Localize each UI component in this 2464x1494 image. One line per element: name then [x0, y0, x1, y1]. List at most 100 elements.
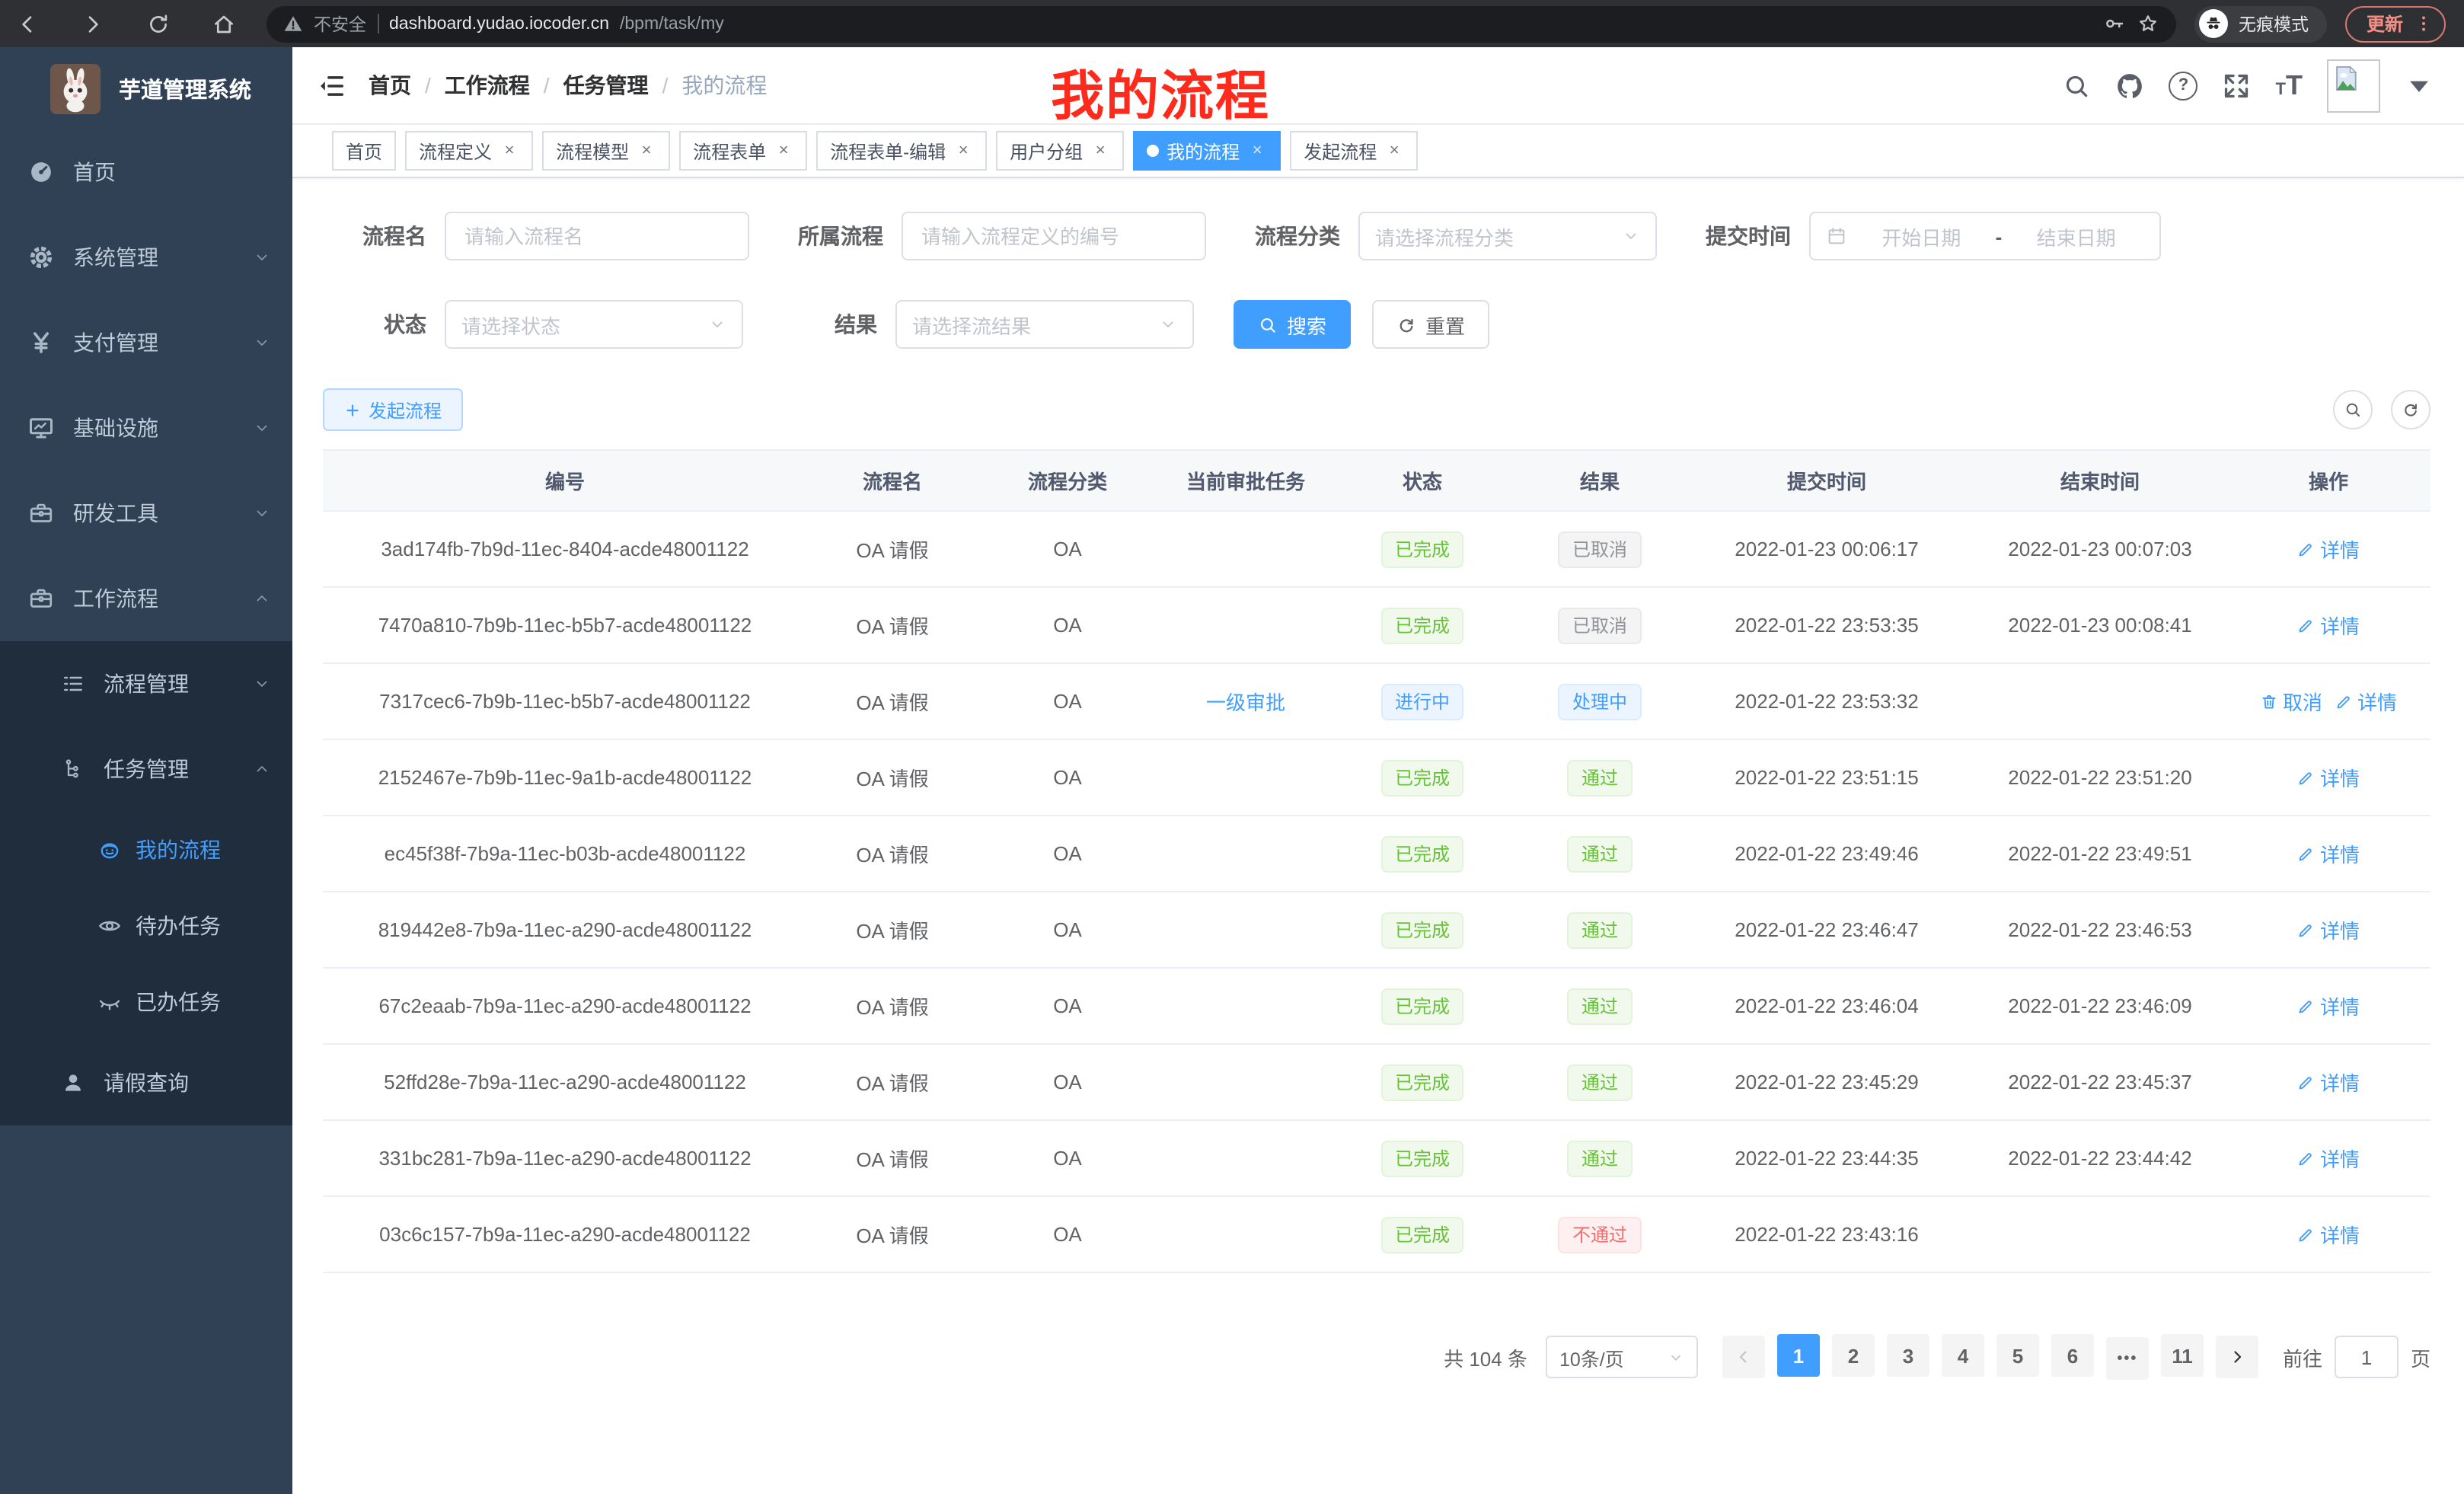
sidebar-item[interactable]: 研发工具	[0, 471, 292, 556]
reset-button[interactable]: 重置	[1372, 300, 1489, 349]
sidebar-item[interactable]: 请假查询	[0, 1040, 292, 1125]
close-icon[interactable]: ×	[500, 141, 519, 161]
detail-link[interactable]: 详情	[2297, 839, 2360, 868]
detail-link[interactable]: 详情	[2297, 991, 2360, 1020]
security-warning-icon[interactable]	[283, 14, 303, 34]
chevron-down-icon[interactable]	[2405, 71, 2434, 100]
chevron-down-icon	[253, 675, 271, 693]
result-select[interactable]: 请选择流结果	[895, 300, 1194, 349]
page-button[interactable]: 3	[1887, 1334, 1929, 1377]
sidebar-item[interactable]: 系统管理	[0, 215, 292, 300]
sidebar-item[interactable]: 我的流程	[0, 812, 292, 888]
address-bar[interactable]: 不安全 dashboard.yudao.iocoder.cn/bpm/task/…	[267, 5, 2176, 42]
sidebar-item[interactable]: 基础设施	[0, 385, 292, 471]
close-icon[interactable]: ×	[953, 141, 973, 161]
update-button[interactable]: 更新	[2345, 5, 2446, 42]
process-name-input[interactable]	[445, 212, 749, 260]
detail-link[interactable]: 详情	[2297, 915, 2360, 944]
goto-page-input[interactable]	[2335, 1336, 2399, 1378]
close-icon[interactable]: ×	[1090, 141, 1110, 161]
tab[interactable]: 流程表单×	[679, 131, 807, 171]
back-icon[interactable]	[15, 11, 40, 36]
status-select[interactable]: 请选择状态	[445, 300, 743, 349]
page-button[interactable]: 6	[2051, 1334, 2094, 1377]
avatar[interactable]	[2327, 59, 2380, 112]
detail-link[interactable]: 详情	[2297, 611, 2360, 640]
search-icon[interactable]	[2063, 71, 2092, 100]
sidebar-toggle-icon[interactable]	[317, 71, 346, 100]
actions-cell: 详情	[2236, 535, 2421, 563]
filter-row-2: 状态 请选择状态 结果 请选择流结果	[323, 300, 2430, 349]
github-icon[interactable]	[2116, 71, 2145, 100]
bookmark-star-icon[interactable]	[2137, 12, 2159, 35]
column-header: 结果	[1511, 466, 1689, 495]
process-def-input[interactable]	[902, 212, 1206, 260]
detail-link[interactable]: 详情	[2335, 687, 2397, 716]
page-button[interactable]: 2	[1832, 1334, 1875, 1377]
tab[interactable]: 流程表单-编辑×	[816, 131, 987, 171]
detail-link[interactable]: 详情	[2297, 1068, 2360, 1097]
incognito-badge: 无痕模式	[2194, 5, 2327, 42]
detail-link[interactable]: 详情	[2297, 1144, 2360, 1173]
create-process-button[interactable]: 发起流程	[323, 388, 463, 431]
fullscreen-icon[interactable]	[2223, 71, 2252, 100]
sidebar-item[interactable]: 已办任务	[0, 964, 292, 1040]
close-icon[interactable]: ×	[637, 141, 656, 161]
breadcrumb-item[interactable]: 工作流程	[445, 70, 530, 101]
category-select[interactable]: 请选择流程分类	[1358, 212, 1657, 260]
cancel-link[interactable]: 取消	[2260, 687, 2322, 716]
tab[interactable]: 我的流程×	[1133, 131, 1281, 171]
page-button[interactable]: 1	[1777, 1334, 1820, 1377]
pagination: 共 104 条 10条/页 123456•••11 前往 页	[323, 1334, 2430, 1380]
sidebar-item[interactable]: 支付管理	[0, 300, 292, 385]
page-button[interactable]: 4	[1942, 1334, 1984, 1377]
home-icon[interactable]	[212, 11, 236, 36]
sidebar-item-label: 工作流程	[73, 583, 158, 614]
forward-icon[interactable]	[81, 11, 105, 36]
reload-icon[interactable]	[146, 11, 171, 36]
calendar-icon	[1826, 225, 1847, 247]
page-button[interactable]: 5	[1996, 1334, 2039, 1377]
breadcrumb: 首页/工作流程/任务管理/我的流程	[369, 70, 767, 101]
date-range-picker[interactable]: 开始日期 - 结束日期	[1809, 212, 2161, 260]
tab[interactable]: 首页	[332, 131, 396, 171]
tab[interactable]: 用户分组×	[996, 131, 1124, 171]
password-key-icon[interactable]	[2103, 12, 2126, 35]
page-size-select[interactable]: 10条/页	[1546, 1336, 1698, 1378]
detail-link[interactable]: 详情	[2297, 763, 2360, 792]
close-icon[interactable]: ×	[1247, 141, 1267, 161]
status-badge: 已完成	[1381, 531, 1463, 567]
close-icon[interactable]: ×	[774, 141, 793, 161]
prev-page-button[interactable]	[1722, 1336, 1765, 1378]
show-search-button[interactable]	[2333, 390, 2373, 429]
app-logo[interactable]: 芋道管理系统	[0, 47, 292, 129]
font-size-icon[interactable]: TT	[2276, 72, 2303, 99]
next-page-button[interactable]	[2216, 1336, 2258, 1378]
breadcrumb-item[interactable]: 首页	[369, 70, 411, 101]
breadcrumb-item[interactable]: 任务管理	[563, 70, 649, 101]
category-cell: OA	[978, 766, 1157, 789]
close-icon[interactable]: ×	[1384, 141, 1404, 161]
search-button[interactable]: 搜索	[1234, 300, 1351, 349]
detail-link[interactable]: 详情	[2297, 1220, 2360, 1249]
sidebar-item-label: 待办任务	[136, 911, 221, 941]
sidebar-item[interactable]: 任务管理	[0, 726, 292, 812]
sidebar-item[interactable]: 待办任务	[0, 888, 292, 964]
more-pages-button[interactable]: •••	[2106, 1337, 2149, 1380]
page-button[interactable]: 11	[2161, 1334, 2204, 1377]
process-name-cell: OA 请假	[807, 839, 978, 868]
sidebar-item[interactable]: 流程管理	[0, 641, 292, 726]
refresh-icon	[1396, 314, 1416, 334]
update-label: 更新	[2367, 11, 2403, 37]
tab[interactable]: 发起流程×	[1290, 131, 1418, 171]
browser-menu-icon[interactable]	[2414, 14, 2434, 34]
help-icon[interactable]: ?	[2169, 71, 2198, 100]
sidebar-item[interactable]: 工作流程	[0, 556, 292, 641]
actions-cell: 详情	[2236, 1068, 2421, 1097]
tab[interactable]: 流程定义×	[405, 131, 533, 171]
task-link[interactable]: 一级审批	[1206, 691, 1285, 714]
detail-link[interactable]: 详情	[2297, 535, 2360, 563]
sidebar-item[interactable]: 首页	[0, 129, 292, 215]
tab[interactable]: 流程模型×	[542, 131, 670, 171]
refresh-table-button[interactable]	[2391, 390, 2430, 429]
